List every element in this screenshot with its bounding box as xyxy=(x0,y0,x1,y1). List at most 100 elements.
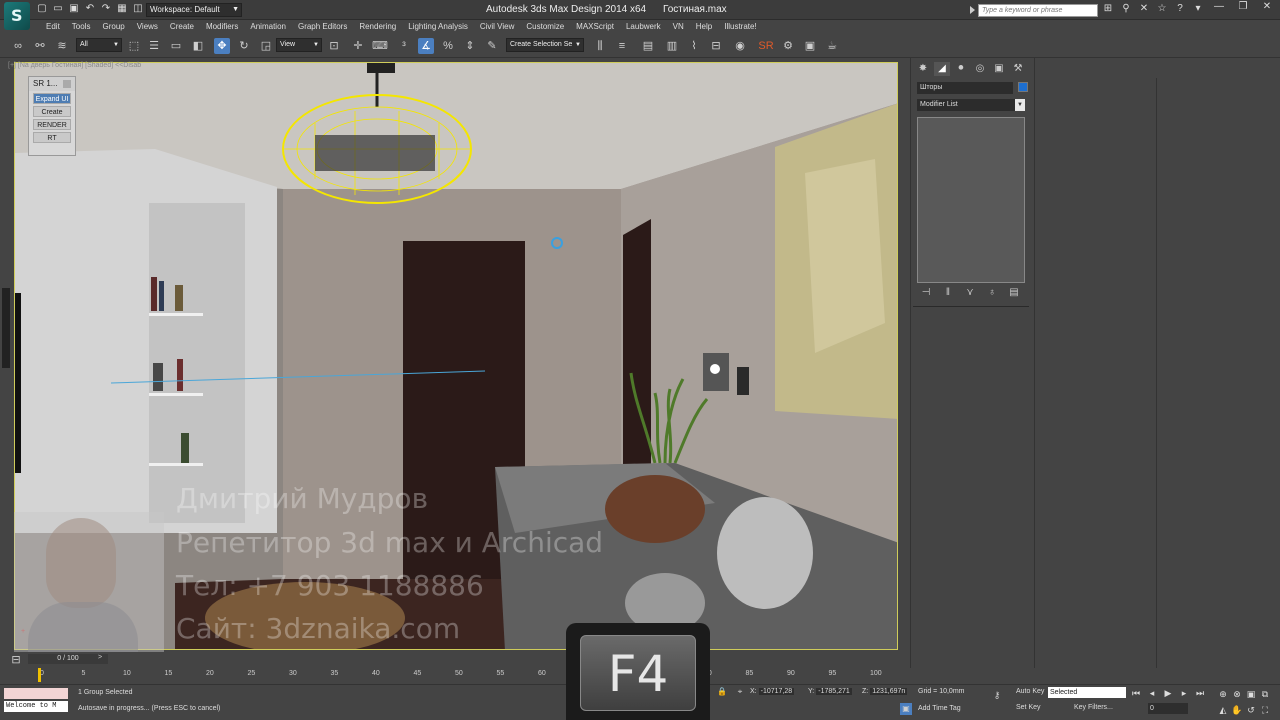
viewport-label[interactable]: [+] [Na дверь Гостиная] [Shaded] <<Disab xyxy=(8,62,141,69)
communication-icon[interactable]: ✕ xyxy=(1138,3,1150,15)
rectangular-selection-icon[interactable]: ▭ xyxy=(168,38,184,54)
object-color-swatch[interactable] xyxy=(1018,82,1028,92)
current-frame-input[interactable]: 0 xyxy=(1148,703,1188,714)
absolute-mode-icon[interactable]: ⌖ xyxy=(734,686,746,698)
motion-tab-icon[interactable]: ◎ xyxy=(972,62,988,76)
pin-stack-icon[interactable]: ⊣ xyxy=(919,286,933,300)
modifier-stack[interactable] xyxy=(917,117,1025,283)
next-frame-icon[interactable]: ▸ xyxy=(1178,687,1190,699)
pan-icon[interactable]: ✋ xyxy=(1230,703,1244,717)
object-name-field[interactable]: Шторы xyxy=(917,82,1013,94)
track-bar[interactable]: 0510152025303540455055606570758085909510… xyxy=(40,670,900,685)
menu-item-lighting-analysis[interactable]: Lighting Analysis xyxy=(402,21,474,33)
create-button[interactable]: Create xyxy=(33,106,71,117)
close-icon[interactable] xyxy=(63,80,71,88)
frame-indicator[interactable]: 0 / 100 xyxy=(28,654,108,664)
sr-icon[interactable]: SR xyxy=(758,38,774,54)
menu-item-maxscript[interactable]: MAXScript xyxy=(570,21,620,33)
create-tab-icon[interactable]: ✸ xyxy=(915,62,931,76)
expand-ui-button[interactable]: Expand UI xyxy=(33,93,71,104)
search-input[interactable]: Type a keyword or phrase xyxy=(978,4,1098,17)
menu-item-help[interactable]: Help xyxy=(690,21,718,33)
named-selection-edit-icon[interactable]: ✎ xyxy=(484,38,500,54)
maxscript-listener[interactable]: Welcome to M xyxy=(4,701,68,712)
next-frame-icon[interactable]: > xyxy=(98,654,102,661)
scene-explorer-tab[interactable] xyxy=(2,288,10,368)
zoom-all-icon[interactable]: ⊗ xyxy=(1230,687,1244,701)
manipulate-icon[interactable]: ✛ xyxy=(350,38,366,54)
menu-item-customize[interactable]: Customize xyxy=(520,21,570,33)
maximize-viewport-icon[interactable]: ⛶ xyxy=(1258,703,1272,717)
curve-editor-toggle-icon[interactable]: ⊟ xyxy=(8,652,24,668)
auto-key-button[interactable]: Auto Key xyxy=(1016,688,1044,695)
menu-item-graph-editors[interactable]: Graph Editors xyxy=(292,21,353,33)
angle-snap-icon[interactable]: ∡ xyxy=(418,38,434,54)
rt-button[interactable]: RT xyxy=(33,132,71,143)
snaps-toggle-icon[interactable]: ³ xyxy=(396,38,412,54)
app-logo-icon[interactable]: S xyxy=(4,2,30,30)
new-file-icon[interactable]: ▢ xyxy=(36,3,48,15)
menu-item-group[interactable]: Group xyxy=(96,21,130,33)
undo-icon[interactable]: ↶ xyxy=(84,3,96,15)
zoom-extents-all-icon[interactable]: ⧉ xyxy=(1258,687,1272,701)
lock-selection-icon[interactable]: 🔒 xyxy=(716,686,728,698)
link-icon[interactable]: ∞ xyxy=(10,38,26,54)
fetch-icon[interactable]: ◫ xyxy=(132,3,144,15)
align-icon[interactable]: ≡ xyxy=(614,38,630,54)
z-coordinate[interactable]: Z: 1231,697n xyxy=(862,688,908,695)
configure-modifier-sets-icon[interactable]: ▤ xyxy=(1007,286,1021,300)
key-filters-button[interactable]: Key Filters... xyxy=(1074,704,1113,711)
select-object-icon[interactable]: ⬚ xyxy=(126,38,142,54)
show-end-result-icon[interactable]: ‖ xyxy=(941,286,955,300)
set-key-icon[interactable]: ⚷ xyxy=(990,689,1004,701)
restore-icon[interactable]: ❐ xyxy=(1232,0,1254,14)
material-editor-icon[interactable]: ◉ xyxy=(732,38,748,54)
keyboard-shortcut-icon[interactable]: ⌨ xyxy=(372,38,388,54)
select-and-move-icon[interactable]: ✥ xyxy=(214,38,230,54)
search-expand-icon[interactable] xyxy=(970,6,975,14)
display-tab-icon[interactable]: ▣ xyxy=(991,62,1007,76)
unlink-icon[interactable]: ⚯ xyxy=(32,38,48,54)
menu-item-views[interactable]: Views xyxy=(131,21,164,33)
menu-item-civil-view[interactable]: Civil View xyxy=(474,21,521,33)
close-icon[interactable]: ✕ xyxy=(1256,0,1278,14)
menu-item-vn[interactable]: VN xyxy=(667,21,690,33)
hold-icon[interactable]: ▦ xyxy=(116,3,128,15)
window-crossing-icon[interactable]: ◧ xyxy=(190,38,206,54)
modifier-list-dropdown[interactable]: Modifier List ▼ xyxy=(917,99,1025,111)
menu-item-illustrate[interactable]: Illustrate! xyxy=(718,21,762,33)
curve-editor-icon[interactable]: ⌇ xyxy=(686,38,702,54)
layer-manager-icon[interactable]: ▤ xyxy=(640,38,656,54)
set-key-button[interactable]: Set Key xyxy=(1016,704,1041,711)
bind-space-warp-icon[interactable]: ≋ xyxy=(54,38,70,54)
help-icon[interactable]: ? xyxy=(1174,3,1186,15)
rendered-frame-icon[interactable]: ▣ xyxy=(802,38,818,54)
menu-item-laubwerk[interactable]: Laubwerk xyxy=(620,21,667,33)
hierarchy-tab-icon[interactable]: ⚫ xyxy=(953,62,969,76)
select-by-name-icon[interactable]: ☰ xyxy=(146,38,162,54)
previous-frame-icon[interactable]: ◂ xyxy=(1146,687,1158,699)
selection-filter-dropdown[interactable]: All ▼ xyxy=(76,38,122,52)
menu-item-edit[interactable]: Edit xyxy=(40,21,66,33)
maxscript-listener-output[interactable] xyxy=(4,688,68,699)
field-of-view-icon[interactable]: ◭ xyxy=(1216,703,1230,717)
x-coordinate[interactable]: X: -10717,28 xyxy=(750,688,795,695)
mirror-icon[interactable]: ⫼ xyxy=(592,38,608,54)
menu-item-create[interactable]: Create xyxy=(164,21,200,33)
open-file-icon[interactable]: ▭ xyxy=(52,3,64,15)
pivot-center-icon[interactable]: ⊡ xyxy=(326,38,342,54)
go-to-end-icon[interactable]: ⏭ xyxy=(1194,687,1206,699)
schematic-view-icon[interactable]: ⊟ xyxy=(708,38,724,54)
time-tag-icon[interactable]: ▣ xyxy=(900,703,912,715)
zoom-extents-icon[interactable]: ▣ xyxy=(1244,687,1258,701)
y-coordinate[interactable]: Y: -1785,271 xyxy=(808,688,852,695)
chevron-down-icon[interactable]: ▾ xyxy=(1192,3,1204,15)
menu-item-tools[interactable]: Tools xyxy=(66,21,97,33)
menu-item-animation[interactable]: Animation xyxy=(244,21,292,33)
utilities-tab-icon[interactable]: ⚒ xyxy=(1010,62,1026,76)
render-button[interactable]: RENDER xyxy=(33,119,71,130)
render-setup-icon[interactable]: ⚙ xyxy=(780,38,796,54)
named-selection-dropdown[interactable]: Create Selection Se ▼ xyxy=(506,38,584,52)
time-slider-knob[interactable] xyxy=(38,668,41,682)
minimize-icon[interactable]: — xyxy=(1208,0,1230,14)
